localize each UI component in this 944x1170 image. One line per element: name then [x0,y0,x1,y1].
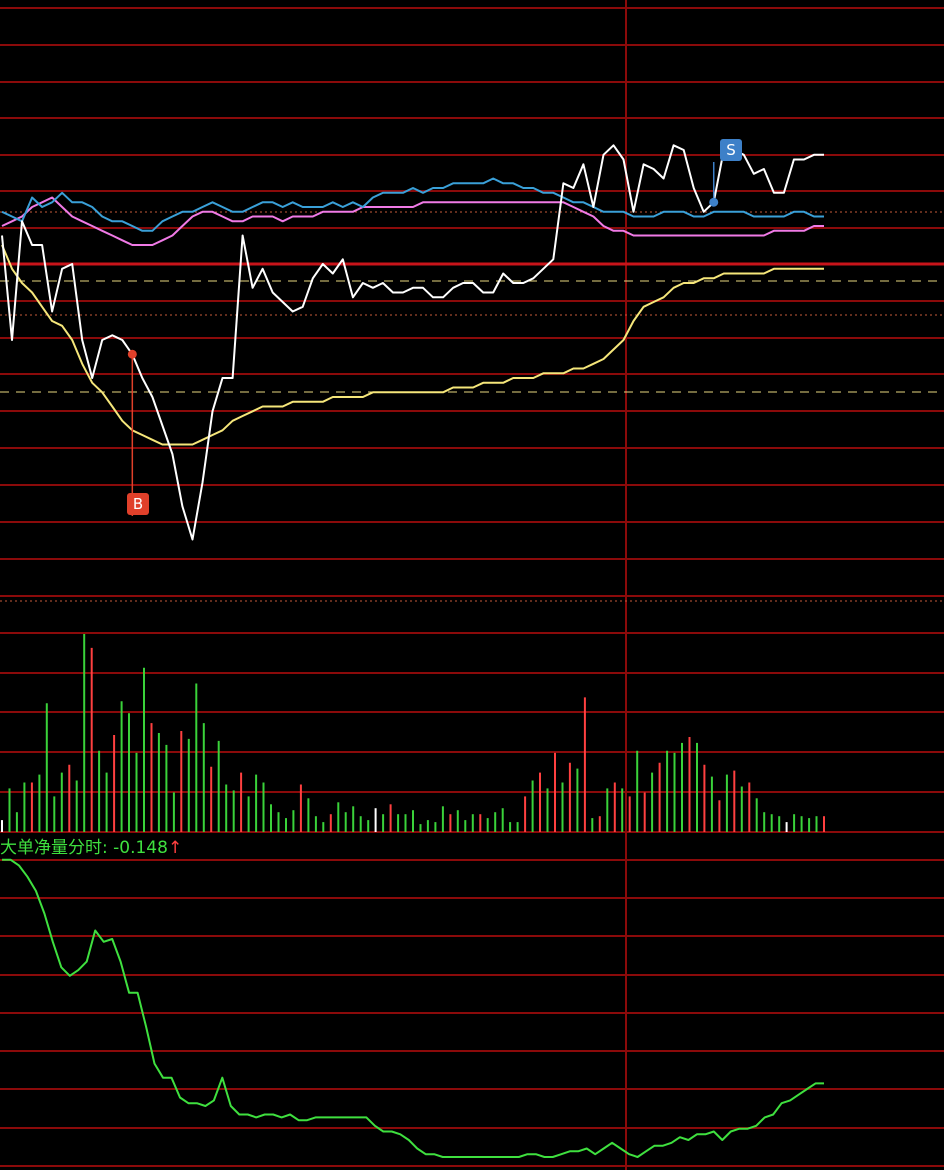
net-volume-panel [2,858,824,1158]
up-arrow-icon: ↑ [167,838,183,858]
sell-marker-dot [709,197,719,207]
price-line [1,144,824,541]
buy-marker[interactable]: B [127,493,149,515]
intraday-chart [0,0,944,1170]
price-panel [1,144,824,541]
volume-panel [1,634,825,832]
buy-marker-dot [127,349,137,359]
net-indicator-label: 大单净量分时: -0.148↑ [0,836,182,860]
chart-grid [0,0,944,1170]
net-indicator-value: -0.148 [113,838,168,858]
sell-marker[interactable]: S [720,139,742,161]
net-volume-line [2,858,824,1158]
net-indicator-name: 大单净量分时: [0,838,114,858]
